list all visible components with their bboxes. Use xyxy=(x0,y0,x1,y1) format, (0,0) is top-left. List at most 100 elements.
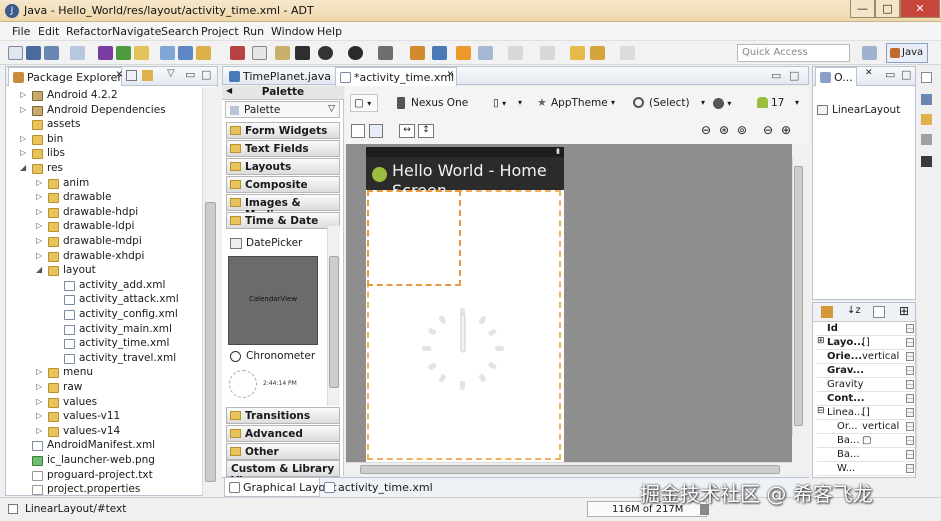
restore-icon[interactable] xyxy=(921,72,932,83)
new-icon[interactable] xyxy=(8,46,23,60)
property-edit-icon[interactable]: … xyxy=(906,408,914,417)
link-with-editor-icon[interactable] xyxy=(142,70,153,81)
maximize-view-icon[interactable]: □ xyxy=(901,68,911,81)
maximize-editor-icon[interactable]: □ xyxy=(789,69,799,82)
package-explorer-scrollbar[interactable] xyxy=(202,87,218,496)
collapsed-arrow-icon[interactable]: ▷ xyxy=(36,236,42,245)
tree-item[interactable]: ▷ drawable xyxy=(6,191,201,206)
search-icon[interactable] xyxy=(478,46,493,60)
property-value[interactable]: vertical xyxy=(862,421,899,432)
theme-dropdown[interactable]: ★ AppTheme ▾ xyxy=(535,94,617,112)
close-button[interactable]: ✕ xyxy=(900,0,940,18)
preview-analog-clock[interactable] xyxy=(420,306,506,392)
property-edit-icon[interactable]: … xyxy=(906,352,914,361)
palette-category[interactable]: Text Fields xyxy=(226,140,340,157)
fill-width-icon[interactable]: ↔ xyxy=(399,124,415,138)
collapsed-arrow-icon[interactable]: ▷ xyxy=(36,221,42,230)
device-dropdown[interactable]: Nexus One ▾ xyxy=(393,94,522,112)
tree-item[interactable]: ▷ drawable-xhdpi xyxy=(6,250,201,265)
tree-item[interactable]: ▷ anim xyxy=(6,177,201,192)
tab-package-explorer[interactable]: Package Explorer ✕ xyxy=(8,67,123,86)
open-perspective-icon[interactable] xyxy=(862,46,877,60)
property-edit-icon[interactable]: … xyxy=(906,450,914,459)
digital-clock-widget[interactable]: 2:44:14 PM xyxy=(263,380,297,387)
collapsed-arrow-icon[interactable]: ▷ xyxy=(36,367,42,376)
minimize-editor-icon[interactable]: ▭ xyxy=(771,69,781,82)
zoom-100-icon[interactable]: ⊚ xyxy=(737,123,747,137)
property-edit-icon[interactable]: … xyxy=(906,422,914,431)
last-edit-icon[interactable] xyxy=(570,46,585,60)
palette-category[interactable]: Transitions xyxy=(226,407,340,424)
property-row[interactable]: Or... vertical… xyxy=(817,420,915,434)
menu-search[interactable]: Search xyxy=(161,25,199,38)
property-row[interactable]: Orie... vertical… xyxy=(817,350,915,364)
new-java-package-icon[interactable] xyxy=(410,46,425,60)
tree-item[interactable]: ▷ drawable-ldpi xyxy=(6,220,201,235)
palette-category[interactable]: Images & Media xyxy=(226,194,340,221)
minimize-button[interactable]: — xyxy=(850,0,875,18)
tree-item[interactable]: ◢ res xyxy=(6,162,201,177)
palette-category[interactable]: Layouts xyxy=(226,158,340,175)
previous-annotation-icon[interactable] xyxy=(540,46,555,60)
collapsed-arrow-icon[interactable]: ▷ xyxy=(20,134,26,143)
tree-item[interactable]: ◢ layout xyxy=(6,264,201,279)
property-row[interactable]: W...… xyxy=(817,462,915,476)
layout-toggle-icon[interactable] xyxy=(351,124,365,138)
locale-dropdown[interactable]: ▾ xyxy=(713,94,739,112)
tree-item[interactable]: ▷ Android Dependencies xyxy=(6,104,201,119)
property-row[interactable]: Grav...… xyxy=(817,364,915,378)
tree-item[interactable]: activity_time.xml xyxy=(6,337,201,352)
zoom-out-icon[interactable]: ⊖ xyxy=(763,123,773,137)
zoom-fit-icon[interactable]: ⊖ xyxy=(701,123,711,137)
tree-item[interactable]: activity_main.xml xyxy=(6,323,201,338)
palette-dropdown[interactable]: Palette ▽ xyxy=(225,101,340,118)
tree-item[interactable]: AndroidManifest.xml xyxy=(6,439,201,454)
api-level-dropdown[interactable]: 17 ▾ xyxy=(755,94,803,112)
menu-file[interactable]: File xyxy=(12,25,30,38)
property-row[interactable]: Gravity… xyxy=(817,378,915,392)
logcat-icon[interactable] xyxy=(921,156,932,167)
new-xml-icon[interactable] xyxy=(178,46,193,60)
property-expander-icon[interactable]: ⊟ xyxy=(817,406,825,416)
expand-all-icon[interactable]: ⊞ xyxy=(899,304,909,318)
view-menu-icon[interactable]: ▽ xyxy=(167,68,175,79)
collapsed-arrow-icon[interactable]: ▷ xyxy=(36,178,42,187)
new-java-class-icon[interactable] xyxy=(432,46,447,60)
canvas-horizontal-scrollbar[interactable] xyxy=(346,462,792,476)
property-expander-icon[interactable]: ⊞ xyxy=(817,336,825,346)
menu-window[interactable]: Window xyxy=(271,25,314,38)
minimize-view-icon[interactable]: ▭ xyxy=(185,68,195,81)
tab-graphical-layout[interactable]: Graphical Layout xyxy=(224,478,337,497)
package-icon[interactable] xyxy=(196,46,211,60)
property-value[interactable]: ▢ xyxy=(862,435,871,446)
activity-dropdown[interactable]: (Select) ▾ xyxy=(631,94,707,112)
property-row[interactable]: ⊟ Linea...[]… xyxy=(817,406,915,420)
collapse-palette-icon[interactable]: ◀ xyxy=(226,86,232,95)
maximize-view-icon[interactable]: □ xyxy=(201,68,211,81)
property-value[interactable]: vertical xyxy=(862,351,899,362)
selected-child-view[interactable] xyxy=(367,190,461,286)
tree-item[interactable]: ▷ values-v11 xyxy=(6,410,201,425)
external-tools-icon[interactable] xyxy=(275,46,290,60)
property-row[interactable]: Cont...… xyxy=(817,392,915,406)
run-icon[interactable] xyxy=(348,46,363,60)
tree-item[interactable]: project.properties xyxy=(6,483,201,498)
minimize-view-icon[interactable]: ▭ xyxy=(885,68,895,81)
new-android-project-icon[interactable] xyxy=(160,46,175,60)
tab-xml-source[interactable]: activity_time.xml xyxy=(320,478,433,497)
android-avd-icon[interactable] xyxy=(116,46,131,60)
coverage-icon[interactable] xyxy=(378,46,393,60)
print-icon[interactable] xyxy=(70,46,85,60)
quick-access-input[interactable]: Quick Access xyxy=(737,44,850,62)
expanded-arrow-icon[interactable]: ◢ xyxy=(36,265,42,274)
save-icon[interactable] xyxy=(26,46,41,60)
run-debug-icon[interactable] xyxy=(318,46,333,60)
palette-category[interactable]: Composite xyxy=(226,176,340,193)
tree-item[interactable]: ic_launcher-web.png xyxy=(6,454,201,469)
orientation-dropdown[interactable]: ▯ ▾ xyxy=(493,94,519,112)
tree-item[interactable]: activity_travel.xml xyxy=(6,352,201,367)
analog-clock-widget[interactable] xyxy=(229,370,257,398)
menu-project[interactable]: Project xyxy=(201,25,239,38)
collapsed-arrow-icon[interactable]: ▷ xyxy=(20,148,26,157)
package-explorer-scroll-thumb[interactable] xyxy=(205,202,216,482)
